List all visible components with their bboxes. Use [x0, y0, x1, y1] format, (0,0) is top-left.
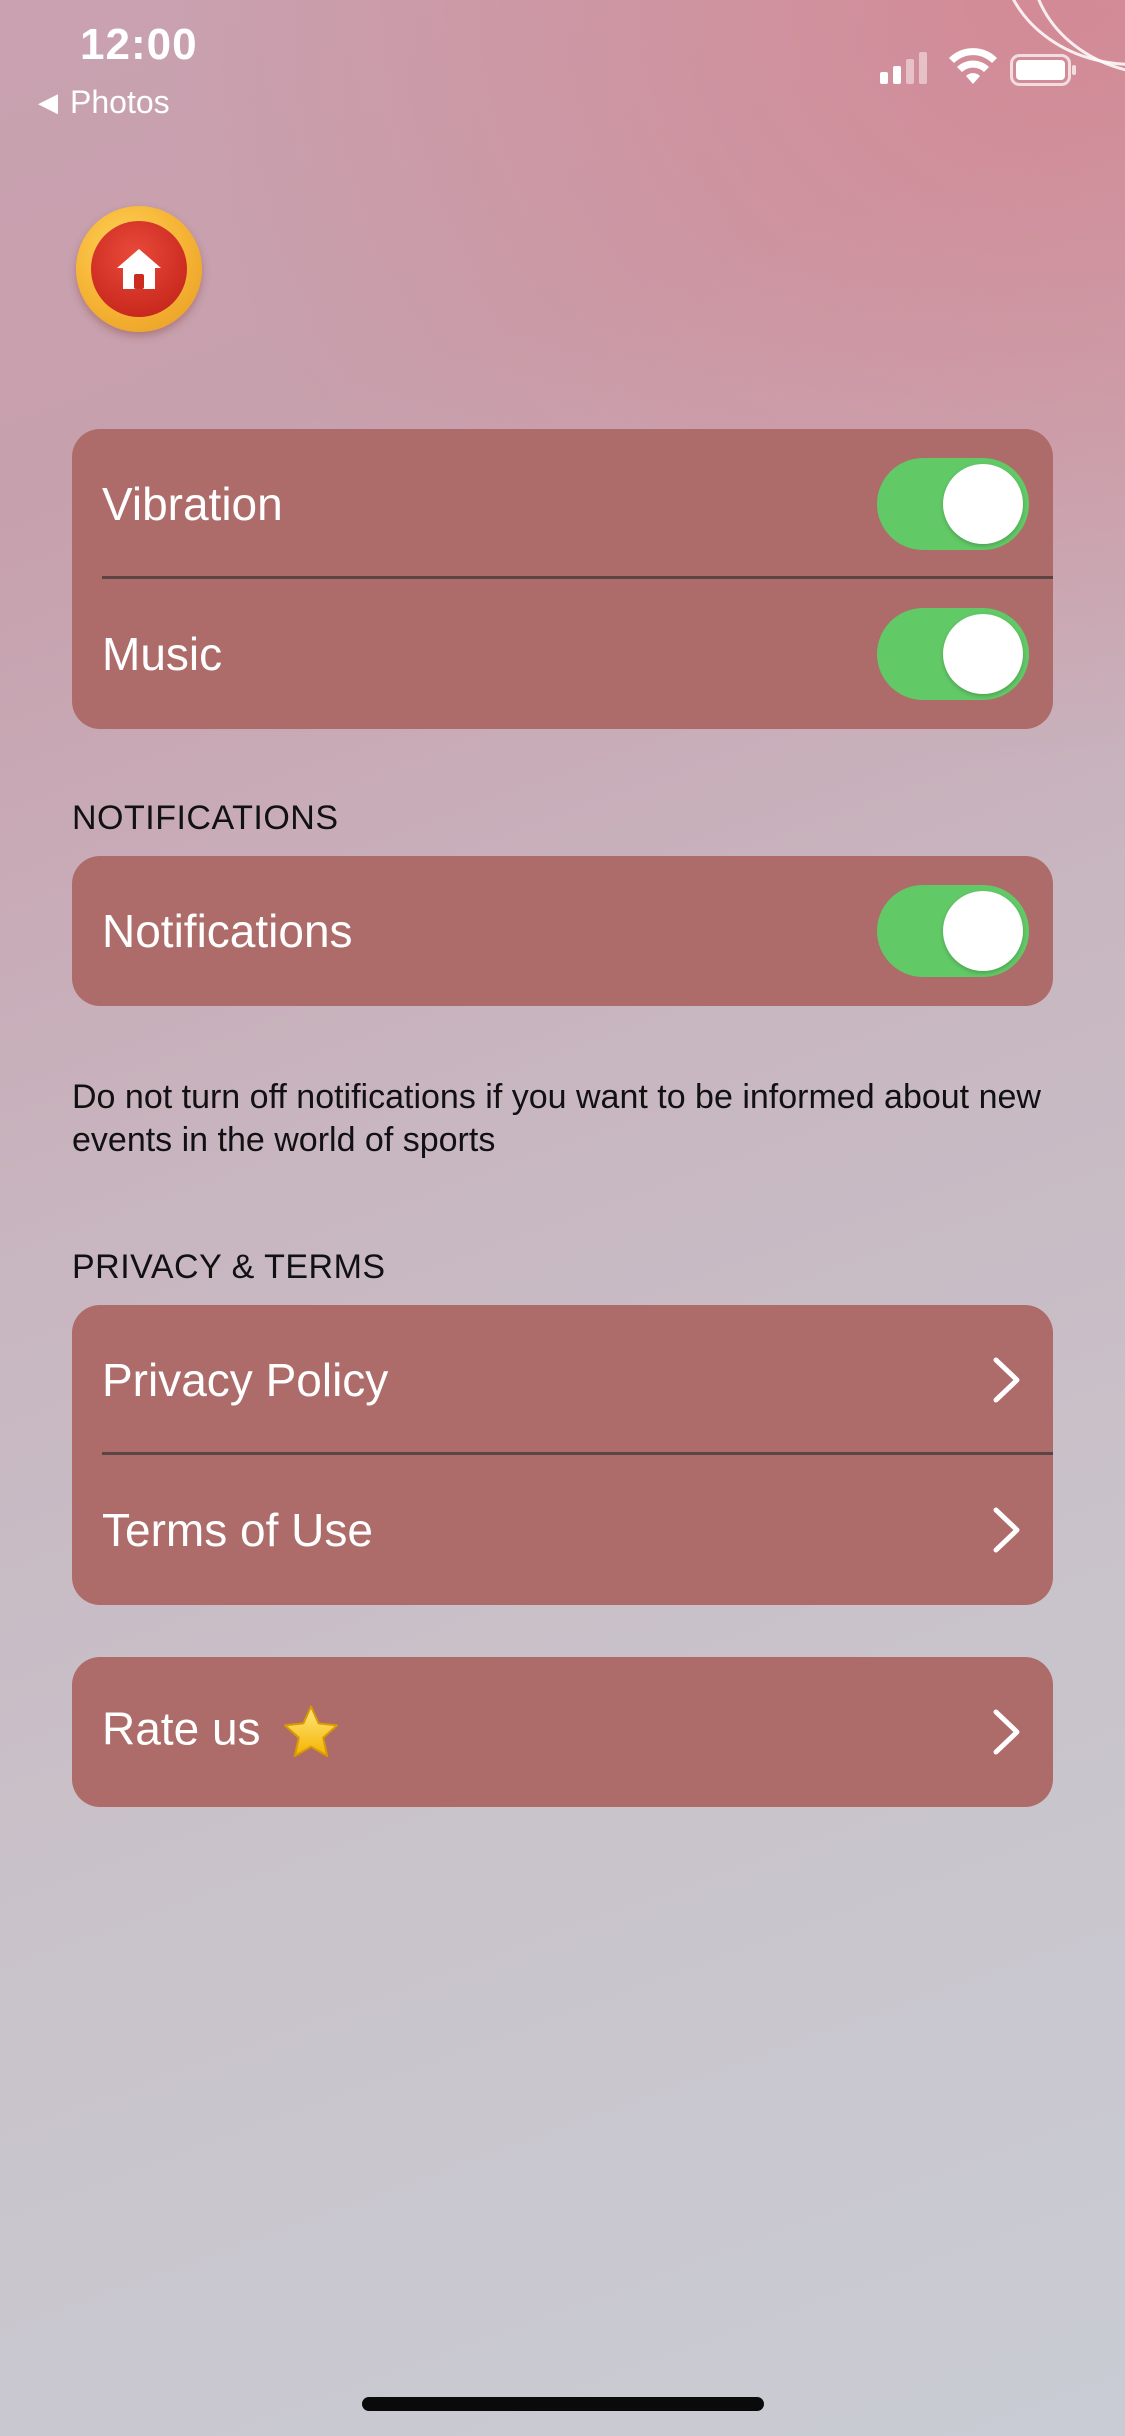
- rate-us-label: Rate us: [102, 1702, 261, 1755]
- back-caret-icon: ◀: [38, 87, 58, 117]
- notifications-card: Notifications: [72, 856, 1053, 1006]
- notifications-toggle[interactable]: [877, 885, 1029, 977]
- sound-settings-card: Vibration Music: [72, 429, 1053, 729]
- privacy-section-header: PRIVACY & TERMS: [72, 1248, 386, 1286]
- privacy-policy-label: Privacy Policy: [102, 1354, 389, 1406]
- music-toggle-knob: [943, 614, 1023, 694]
- terms-of-use-label: Terms of Use: [102, 1504, 373, 1556]
- music-row: Music: [72, 579, 1053, 729]
- vibration-toggle[interactable]: [877, 458, 1029, 550]
- home-icon: [117, 249, 161, 289]
- home-button-inner: [91, 221, 187, 317]
- back-label: Photos: [70, 84, 170, 120]
- music-label: Music: [102, 628, 223, 680]
- vibration-label: Vibration: [102, 478, 283, 530]
- chevron-right-icon: [993, 1357, 1020, 1403]
- vibration-row: Vibration: [72, 429, 1053, 579]
- chevron-right-icon: [993, 1507, 1020, 1553]
- cellular-signal-icon: [880, 50, 927, 84]
- status-time: 12:00: [80, 20, 198, 69]
- rate-us-label-group: Rate us: [102, 1702, 341, 1763]
- notifications-section-header: NOTIFICATIONS: [72, 799, 339, 837]
- rate-us-row[interactable]: Rate us: [72, 1657, 1053, 1807]
- notifications-footnote: Do not turn off notifications if you wan…: [72, 1078, 1041, 1159]
- privacy-policy-row[interactable]: Privacy Policy: [72, 1305, 1053, 1455]
- star-icon: [284, 1705, 339, 1757]
- wifi-icon: [949, 48, 997, 84]
- back-to-photos-link[interactable]: ◀ Photos: [38, 84, 170, 121]
- terms-of-use-row[interactable]: Terms of Use: [72, 1455, 1053, 1605]
- music-toggle[interactable]: [877, 608, 1029, 700]
- notifications-row: Notifications: [72, 856, 1053, 1006]
- home-indicator-bar[interactable]: [362, 2397, 764, 2411]
- home-button[interactable]: [76, 206, 202, 332]
- notifications-label: Notifications: [102, 905, 353, 957]
- privacy-terms-card: Privacy Policy Terms of Use: [72, 1305, 1053, 1605]
- chevron-right-icon: [993, 1709, 1020, 1755]
- battery-icon: [1010, 54, 1076, 86]
- rate-card: Rate us: [72, 1657, 1053, 1807]
- vibration-toggle-knob: [943, 464, 1023, 544]
- notifications-toggle-knob: [943, 891, 1023, 971]
